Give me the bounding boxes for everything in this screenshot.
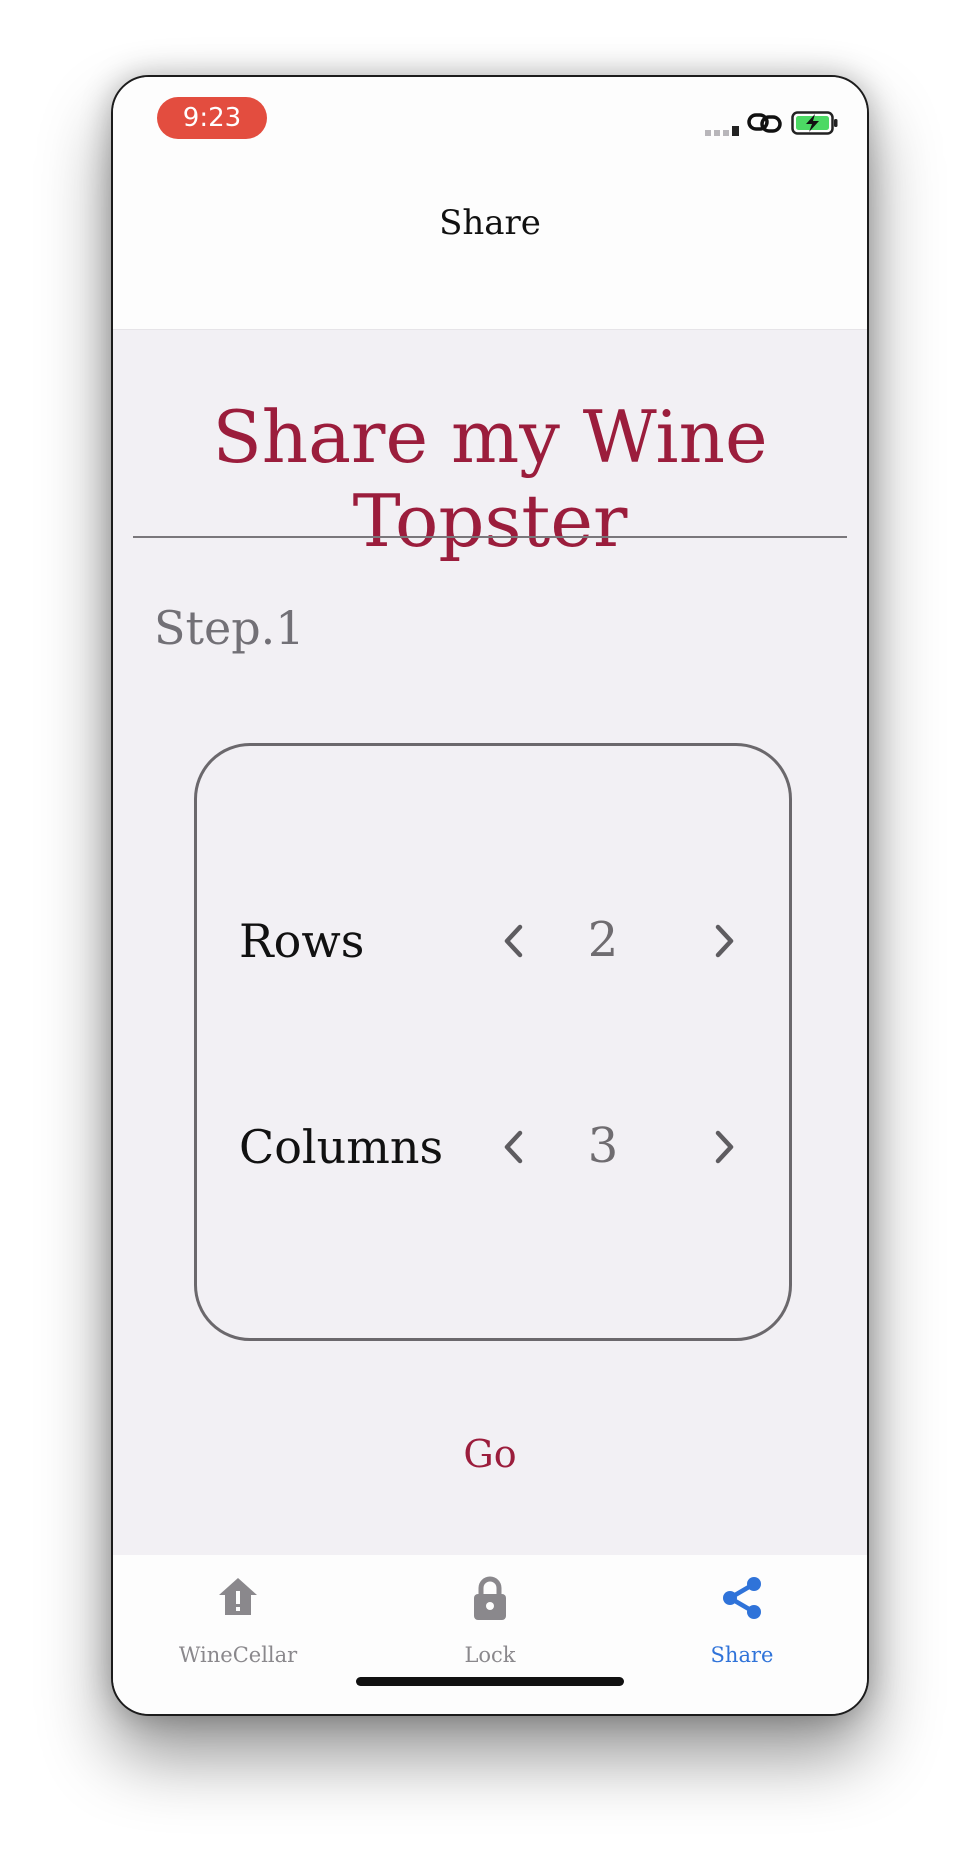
rows-label: Rows bbox=[239, 914, 365, 968]
nav-title: Share bbox=[439, 203, 541, 243]
rows-value: 2 bbox=[587, 912, 619, 968]
chevron-left-icon bbox=[504, 1130, 523, 1164]
lock-icon bbox=[474, 1576, 506, 1620]
grid-size-card: Rows 2 Columns 3 bbox=[194, 743, 792, 1341]
cellular-signal-icon bbox=[705, 126, 739, 136]
columns-increment-button[interactable] bbox=[704, 1127, 744, 1167]
status-bar: 9:23 bbox=[113, 77, 867, 157]
status-time: 9:23 bbox=[157, 97, 267, 139]
tab-lock-label: Lock bbox=[464, 1643, 516, 1667]
rows-increment-button[interactable] bbox=[704, 921, 744, 961]
rows-decrement-button[interactable] bbox=[494, 921, 534, 961]
divider bbox=[133, 536, 847, 538]
chevron-right-icon bbox=[715, 1130, 734, 1164]
columns-label: Columns bbox=[239, 1120, 444, 1174]
tab-winecellar-label: WineCellar bbox=[178, 1643, 298, 1667]
tab-share-label: Share bbox=[710, 1643, 774, 1667]
share-icon bbox=[723, 1577, 761, 1619]
home-indicator bbox=[356, 1677, 624, 1686]
battery-charging-icon bbox=[791, 111, 838, 135]
navigation-bar: Share bbox=[113, 157, 867, 330]
columns-decrement-button[interactable] bbox=[494, 1127, 534, 1167]
home-alert-icon bbox=[219, 1578, 257, 1615]
phone-screen: 9:23 Share Share my Wine Topster Step.1 … bbox=[111, 75, 869, 1716]
chevron-left-icon bbox=[504, 924, 523, 958]
chevron-right-icon bbox=[715, 924, 734, 958]
step-label: Step.1 bbox=[154, 601, 305, 655]
columns-value: 3 bbox=[587, 1118, 619, 1174]
go-button[interactable]: Go bbox=[113, 1432, 867, 1476]
tab-bar: WineCellar Lock Share bbox=[113, 1555, 867, 1714]
link-icon bbox=[747, 113, 782, 133]
